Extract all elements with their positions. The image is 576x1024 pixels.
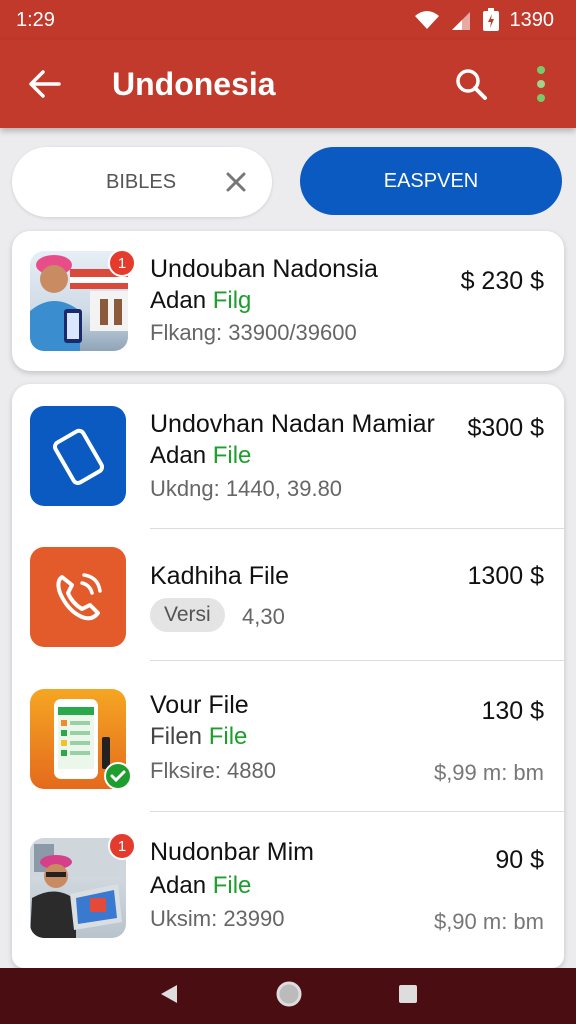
- item-thumbnail: [30, 547, 126, 647]
- item-subtitle: Adan Filg: [150, 287, 251, 315]
- item-detail: Uksim: 23990: [150, 906, 285, 931]
- item-title: Kadhiha File: [150, 562, 289, 590]
- app-bar: Undonesia: [0, 40, 576, 128]
- status-time: 1:29: [16, 8, 55, 31]
- item-price: 90 $: [495, 846, 544, 874]
- subtitle-accent: File: [208, 723, 248, 750]
- item-title: Nudonbar Mim: [150, 838, 314, 866]
- item-price: 1300 $: [467, 562, 544, 590]
- checkmark-icon: [110, 770, 126, 783]
- nav-back-icon: [161, 984, 177, 1003]
- subtitle-accent: Filg: [212, 287, 252, 314]
- featured-card[interactable]: 1 Undouban Nadonsia Adan Filg Flkang: 33…: [12, 231, 564, 371]
- page-title: Undonesia: [112, 65, 276, 102]
- item-subtitle: Filen File: [150, 723, 247, 751]
- checkmark-badge: [104, 762, 132, 790]
- more-vert-icon: [537, 66, 545, 102]
- item-title: Undovhan Nadan Mamiar: [150, 410, 435, 438]
- item-title: Undouban Nadonsia: [150, 255, 378, 283]
- status-battery-text: 1390: [509, 8, 555, 31]
- subtitle-prefix: Adan: [150, 287, 207, 314]
- primary-action-button[interactable]: EASPVEN: [300, 147, 562, 215]
- filter-chip-bibles[interactable]: BIBLES: [12, 147, 272, 217]
- notification-badge: 1: [108, 832, 136, 860]
- signal-icon: [451, 12, 470, 30]
- item-subtitle: Adan File: [150, 442, 251, 470]
- more-options-button[interactable]: [506, 40, 576, 128]
- battery-icon: [482, 8, 499, 31]
- nav-home-icon: [276, 981, 302, 1006]
- list-item[interactable]: Vour File Filen File Flksire: 4880 130 $…: [12, 661, 564, 812]
- file-list-card: Undovhan Nadan Mamiar Adan File Ukdng: 1…: [12, 384, 564, 968]
- notification-badge: 1: [108, 249, 136, 277]
- item-detail: Flkang: 33900/39600: [150, 320, 357, 345]
- item-price: 130 $: [481, 697, 544, 725]
- filter-chip-label: BIBLES: [106, 170, 177, 193]
- item-detail: Flksire: 4880: [150, 758, 276, 783]
- search-button[interactable]: [436, 40, 506, 128]
- search-icon: [456, 69, 487, 100]
- filter-chips: BIBLES EASPVEN: [12, 147, 562, 217]
- phone-icon: [52, 428, 105, 485]
- nav-home-button[interactable]: [275, 980, 303, 1013]
- list-item[interactable]: 1 Nudonbar Mim Adan File Uksim: 23990 90…: [12, 812, 564, 968]
- status-icons: 1390: [414, 8, 555, 32]
- subtitle-prefix: Adan: [150, 442, 207, 469]
- item-price: $300 $: [467, 414, 544, 442]
- list-item[interactable]: Kadhiha File Versi 4,30 1300 $: [12, 529, 564, 661]
- chip-remove-button[interactable]: [222, 168, 250, 196]
- status-bar: 1:29 1390: [0, 0, 576, 40]
- nav-recents-icon: [399, 984, 417, 1003]
- back-arrow-icon: [29, 70, 61, 98]
- version-pill: Versi: [150, 598, 225, 632]
- system-nav-bar: [0, 968, 576, 1024]
- item-detail: 4,30: [242, 604, 285, 629]
- item-price: $ 230 $: [460, 267, 544, 295]
- nav-recents-button[interactable]: [397, 983, 419, 1010]
- list-item[interactable]: Undovhan Nadan Mamiar Adan File Ukdng: 1…: [12, 384, 564, 529]
- back-button[interactable]: [0, 40, 90, 128]
- close-icon: [226, 172, 246, 192]
- item-thumbnail: [30, 406, 126, 506]
- nav-back-button[interactable]: [157, 982, 181, 1011]
- item-subtitle: Adan File: [150, 872, 251, 900]
- item-meta: $,99 m: bm: [433, 760, 544, 785]
- wifi-icon: [414, 11, 439, 29]
- call-icon: [56, 573, 102, 621]
- subtitle-accent: File: [212, 442, 252, 469]
- subtitle-prefix: Filen: [150, 723, 203, 750]
- item-title: Vour File: [150, 691, 249, 719]
- subtitle-accent: File: [212, 872, 252, 899]
- item-meta: $,90 m: bm: [433, 909, 544, 934]
- subtitle-prefix: Adan: [150, 872, 207, 899]
- item-detail: Ukdng: 1440, 39.80: [150, 476, 343, 501]
